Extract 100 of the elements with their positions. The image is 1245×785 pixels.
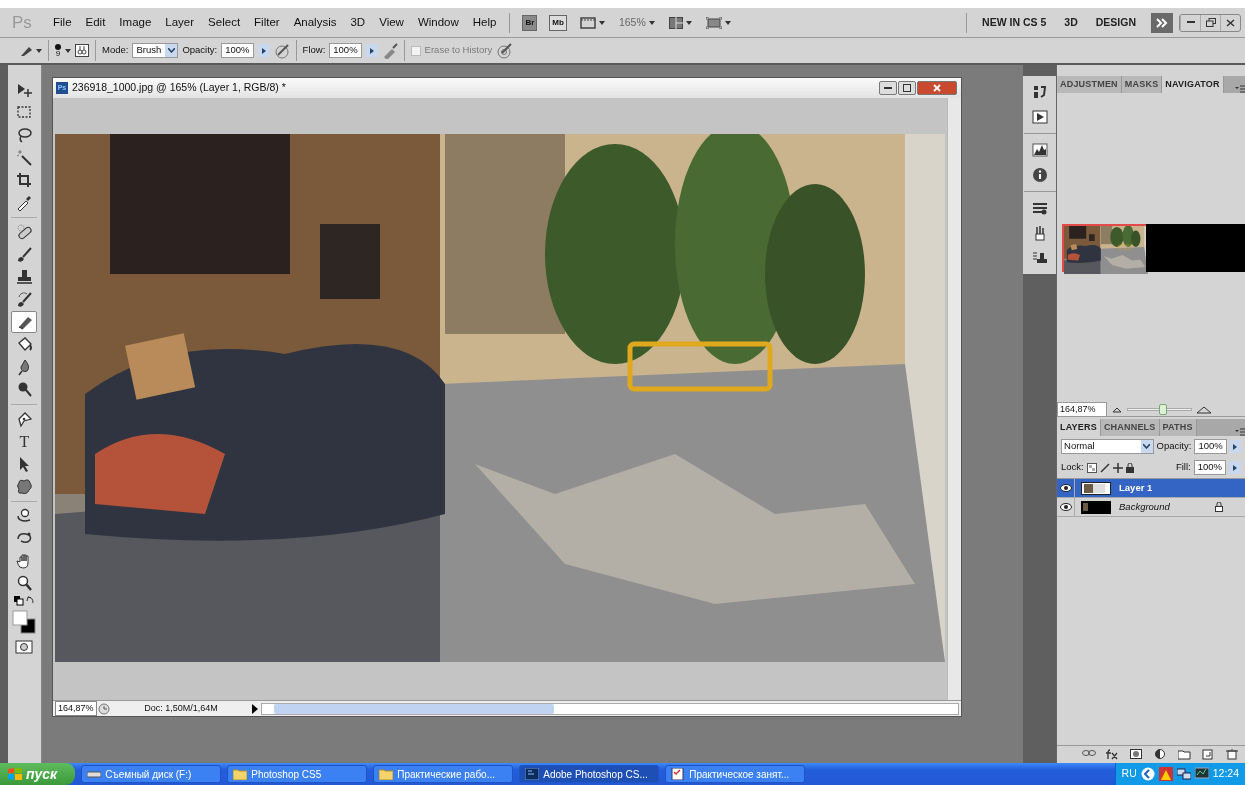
effects-icon[interactable]	[1106, 749, 1120, 760]
warning-icon[interactable]	[1158, 767, 1173, 781]
trash-icon[interactable]	[1226, 749, 1240, 760]
histogram-icon[interactable]	[1031, 142, 1048, 158]
taskbar-button[interactable]: Adobe Photoshop CS...	[519, 765, 660, 783]
blend-mode-dropdown[interactable]: Normal	[1061, 439, 1154, 454]
expand-tray-icon[interactable]	[1140, 767, 1155, 781]
workspace-button[interactable]: NEW IN CS 5	[973, 14, 1056, 31]
default-colors-icon[interactable]	[13, 595, 36, 607]
taskbar-button[interactable]: Photoshop CS5	[227, 765, 368, 783]
restore-icon[interactable]	[902, 84, 911, 92]
mode-dropdown[interactable]: Brush	[132, 43, 179, 58]
taskbar-button[interactable]: Практическое занят...	[665, 765, 806, 783]
move-icon[interactable]	[1112, 462, 1123, 473]
menu-item[interactable]: Window	[410, 13, 466, 32]
play-icon[interactable]	[1031, 109, 1048, 125]
restore-icon[interactable]	[1205, 18, 1216, 27]
status-menu-arrow-icon[interactable]	[250, 703, 259, 714]
flow-field[interactable]: 100%	[329, 43, 362, 58]
taskbar-button[interactable]: Практические рабо...	[373, 765, 514, 783]
brush-panel-icon[interactable]	[75, 44, 89, 57]
panel-menu-icon[interactable]	[1235, 85, 1245, 93]
panel-tab[interactable]: CHANNELS	[1100, 418, 1160, 436]
quick-mask-icon[interactable]	[15, 640, 34, 654]
opacity-field[interactable]: 100%	[221, 43, 254, 58]
panel-tab[interactable]: MASKS	[1121, 75, 1163, 93]
menu-item[interactable]: Image	[112, 13, 159, 32]
horizontal-scrollbar[interactable]	[260, 702, 959, 715]
stamp-icon[interactable]	[1031, 250, 1048, 266]
screen-mode-icon[interactable]	[705, 16, 722, 29]
color-swatches[interactable]	[12, 610, 37, 634]
adjustment-icon[interactable]	[1154, 749, 1168, 760]
menu-item[interactable]: Filter	[247, 13, 287, 32]
layer-row[interactable]: Layer 1	[1057, 479, 1245, 498]
opacity-label: Opacity:	[1156, 439, 1192, 454]
crop-icon	[16, 171, 33, 189]
taskbar-button[interactable]: Съемный диск (F:)	[81, 765, 222, 783]
menu-item[interactable]: View	[372, 13, 411, 32]
vertical-scrollbar[interactable]	[946, 98, 961, 700]
brush-tip-icon[interactable]	[55, 43, 61, 50]
navigator-zoom-field[interactable]: 164,87%	[1057, 401, 1107, 418]
lock-icon[interactable]	[1125, 462, 1134, 473]
panel-tab[interactable]: PATHS	[1159, 418, 1197, 436]
minimize-icon[interactable]	[883, 86, 892, 90]
close-icon[interactable]	[1226, 18, 1235, 27]
zoom-icon	[16, 575, 33, 592]
panel-menu-icon[interactable]	[1235, 428, 1245, 436]
opacity-field[interactable]: 100%	[1194, 439, 1227, 454]
workspace-button[interactable]: 3D	[1055, 14, 1087, 31]
zoom-in-icon[interactable]	[1196, 405, 1212, 414]
caret-icon	[598, 20, 605, 25]
eye-icon[interactable]	[1059, 484, 1072, 492]
view-extras-icon[interactable]	[579, 16, 596, 29]
folder-icon	[379, 768, 394, 780]
fill-arrow-button[interactable]	[1229, 461, 1241, 474]
panel-tab[interactable]: ADJUSTMEN	[1057, 75, 1122, 93]
workspace-button[interactable]: DESIGN	[1086, 14, 1145, 31]
more-workspaces-button[interactable]	[1151, 12, 1173, 33]
menu-item[interactable]: Edit	[78, 13, 113, 32]
new-layer-icon[interactable]	[1202, 749, 1216, 760]
zoom-field[interactable]: 164,87%	[54, 700, 97, 717]
lock-transparency-icon[interactable]	[1086, 462, 1097, 473]
status-icon[interactable]	[96, 702, 111, 715]
history-icon[interactable]	[1031, 84, 1048, 100]
mask-icon[interactable]	[1130, 749, 1144, 760]
menu-item[interactable]: Select	[201, 13, 248, 32]
eye-icon[interactable]	[1059, 503, 1072, 511]
opacity-arrow-button[interactable]	[1229, 440, 1241, 453]
zoom-level[interactable]: 165%	[618, 14, 646, 31]
menu-item[interactable]: Analysis	[286, 13, 344, 32]
network-icon[interactable]	[1176, 767, 1191, 781]
folder-icon[interactable]	[1178, 749, 1192, 760]
layer-name[interactable]: Layer 1	[1119, 480, 1153, 496]
flow-arrow-button[interactable]	[365, 44, 378, 57]
arrow-icon	[1233, 443, 1238, 450]
mode-label: Mode:	[102, 43, 129, 58]
arrange-icon[interactable]	[668, 16, 683, 29]
sliders-icon[interactable]	[1031, 200, 1048, 216]
type-tool[interactable]: T	[11, 430, 38, 453]
tool-button[interactable]	[11, 311, 38, 333]
mini-bridge-button[interactable]: Mb	[549, 14, 567, 31]
document-size: Doc: 1,50M/1,64M	[143, 701, 219, 715]
bridge-button[interactable]: Br	[522, 14, 538, 31]
menu-item[interactable]: Layer	[158, 13, 202, 32]
panel-tab[interactable]: LAYERS	[1057, 418, 1101, 436]
minimize-icon[interactable]	[1186, 21, 1195, 24]
layer-name[interactable]: Background	[1119, 499, 1170, 515]
layer-row[interactable]: Background	[1057, 498, 1245, 517]
menu-item[interactable]: File	[46, 13, 79, 32]
monitor-icon[interactable]	[1194, 767, 1209, 781]
zoom-out-icon[interactable]	[1111, 406, 1123, 413]
menu-item[interactable]: Help	[465, 13, 504, 32]
pressure-opacity-icon[interactable]	[273, 42, 290, 59]
slider-handle[interactable]	[1158, 404, 1167, 415]
opacity-arrow-button[interactable]	[257, 44, 270, 57]
panel-tab[interactable]: NAVIGATOR	[1162, 75, 1224, 93]
info-icon[interactable]	[1031, 167, 1048, 183]
fill-field[interactable]: 100%	[1193, 460, 1226, 475]
menu-item[interactable]: 3D	[343, 13, 373, 32]
pressure-size-icon[interactable]	[496, 42, 513, 59]
